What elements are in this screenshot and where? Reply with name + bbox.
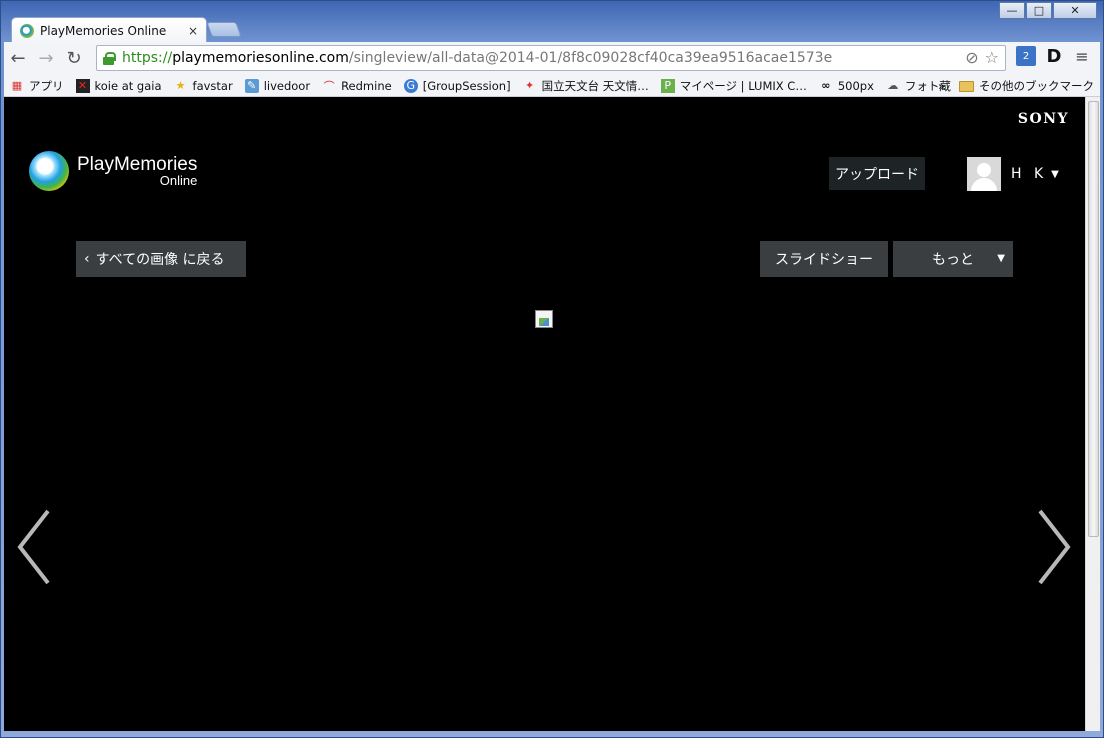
scrollbar-thumb[interactable] <box>1088 101 1099 537</box>
photozou-icon: ☁ <box>887 79 899 92</box>
omnibox-icons: ⊘ ☆ <box>965 48 999 67</box>
bookmark-lumix[interactable]: P マイページ | LUMIX C… <box>660 78 807 94</box>
window-controls: — □ ✕ <box>998 2 1097 19</box>
bookmark-favstar[interactable]: ★ favstar <box>174 79 233 93</box>
bookmark-label: マイページ | LUMIX C… <box>679 78 807 93</box>
redmine-icon: ⌒ <box>323 79 335 93</box>
extension-icons: 2 D ≡ <box>1016 46 1092 67</box>
blocked-content-icon[interactable]: ⊘ <box>965 48 978 67</box>
other-bookmarks-button[interactable]: その他のブックマーク <box>959 78 1094 94</box>
bookmark-label: アプリ <box>29 78 64 93</box>
bookmark-label: 国立天文台 天文情… <box>541 78 649 93</box>
lock-icon <box>103 51 116 65</box>
user-name: H K <box>1011 166 1048 182</box>
upload-button[interactable]: アップロード <box>829 157 925 190</box>
reload-icon[interactable]: ↻ <box>60 45 88 73</box>
url-host: playmemoriesonline.com <box>172 50 349 66</box>
previous-arrow-icon[interactable] <box>14 507 54 587</box>
playmemories-orb-icon <box>29 151 69 191</box>
d-extension-icon[interactable]: D <box>1044 46 1064 67</box>
lumix-icon: P <box>660 78 675 93</box>
more-button-label: もっと <box>932 252 974 268</box>
chrome-menu-icon[interactable]: ≡ <box>1072 46 1092 66</box>
tab-playmemories[interactable]: PlayMemories Online × <box>11 17 207 44</box>
next-arrow-icon[interactable] <box>1034 507 1074 587</box>
bookmarks-overflow-button[interactable]: » <box>938 79 945 93</box>
bookmark-label: Redmine <box>341 78 392 93</box>
page-scrollbar[interactable] <box>1085 97 1100 731</box>
back-button-label: すべての画像 に戻る <box>95 252 225 268</box>
tab-title: PlayMemories Online <box>40 24 167 38</box>
bookmark-label: koie at gaia <box>94 78 162 93</box>
nao-icon: ✦ <box>524 79 535 92</box>
groupsession-icon: G <box>403 78 418 93</box>
back-to-all-images-button[interactable]: ‹ すべての画像 に戻る <box>76 241 246 277</box>
livedoor-icon: ✎ <box>244 78 259 93</box>
playmemories-favicon-icon <box>20 24 34 38</box>
bookmark-koie[interactable]: ✕ koie at gaia <box>75 78 162 93</box>
folder-icon <box>959 80 974 92</box>
bookmarks-bar: ▦ アプリ ✕ koie at gaia ★ favstar ✎ livedoor ⌒ R… <box>4 75 1100 97</box>
logo-main-text: PlayMemories <box>77 154 198 175</box>
bookmark-label: favstar <box>192 78 233 93</box>
other-bookmarks-label: その他のブックマーク <box>979 79 1094 93</box>
address-bar[interactable]: https:// playmemoriesonline.com /singlev… <box>96 45 1006 71</box>
bookmark-redmine[interactable]: ⌒ Redmine <box>322 79 392 93</box>
star-icon: ★ <box>175 79 186 92</box>
tab-close-icon[interactable]: × <box>188 24 198 38</box>
bookmark-star-icon[interactable]: ☆ <box>985 48 999 67</box>
browser-toolbar: ← → ↻ https:// playmemoriesonline.com /s… <box>4 42 1100 75</box>
chevron-left-icon: ‹ <box>84 251 90 267</box>
apps-grid-icon: ▦ <box>11 79 23 92</box>
chevron-down-icon: ▼ <box>997 253 1005 264</box>
bookmark-apps[interactable]: ▦ アプリ <box>10 78 64 94</box>
maximize-button[interactable]: □ <box>1026 2 1052 19</box>
sony-logo[interactable]: SONY <box>1018 111 1069 127</box>
minimize-button[interactable]: — <box>999 2 1025 19</box>
back-arrow-icon[interactable]: ← <box>4 45 32 73</box>
bookmark-nao[interactable]: ✦ 国立天文台 天文情… <box>523 78 649 94</box>
playmemories-logo[interactable]: PlayMemories Online <box>29 151 197 191</box>
slideshow-button[interactable]: スライドショー <box>760 241 888 277</box>
user-menu[interactable]: H K ▼ <box>967 157 1059 191</box>
bookmark-groupsession[interactable]: G [GroupSession] <box>403 78 511 93</box>
bookmark-livedoor[interactable]: ✎ livedoor <box>244 78 311 93</box>
close-window-button[interactable]: ✕ <box>1053 2 1097 19</box>
logo-sub-text: Online <box>159 173 198 188</box>
page-content: SONY PlayMemories Online アップロード H K ▼ ‹ … <box>4 97 1085 731</box>
bookmark-500px[interactable]: ∞ 500px <box>819 79 874 93</box>
more-button[interactable]: もっと ▼ <box>893 241 1013 277</box>
new-tab-button[interactable] <box>206 22 242 37</box>
bookmark-label: livedoor <box>263 78 311 93</box>
500px-icon: ∞ <box>821 79 831 92</box>
bookmark-label: [GroupSession] <box>422 78 511 93</box>
forward-arrow-icon[interactable]: → <box>32 45 60 73</box>
url-path: /singleview/all-data@2014-01/8f8c09028cf… <box>348 50 833 66</box>
x-icon: ✕ <box>75 78 90 93</box>
calendar-extension-icon[interactable]: 2 <box>1016 46 1036 66</box>
chevron-down-icon: ▼ <box>1051 168 1059 180</box>
avatar <box>967 157 1001 191</box>
bookmark-label: 500px <box>837 78 874 93</box>
broken-image-icon <box>535 310 553 328</box>
bookmarks-right: » その他のブックマーク <box>938 75 1094 97</box>
url-scheme: https:// <box>122 50 173 66</box>
